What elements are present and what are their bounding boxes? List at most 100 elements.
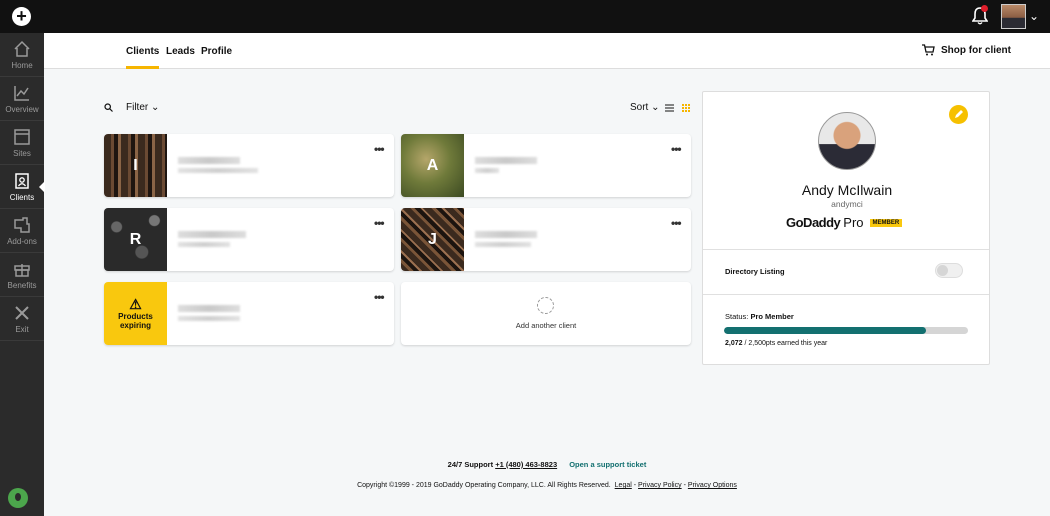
edit-profile-button[interactable] — [949, 105, 968, 124]
more-options-icon[interactable]: ••• — [671, 142, 682, 156]
list-view-icon[interactable] — [665, 104, 674, 112]
plug-icon — [14, 217, 30, 233]
points-progress-fill — [724, 327, 927, 334]
copyright-text: Copyright ©1999 - 2019 GoDaddy Operating… — [357, 482, 611, 489]
more-options-icon[interactable]: ••• — [671, 216, 682, 230]
client-card[interactable]: ⚠ Products expiring ••• — [104, 282, 394, 345]
redacted-client-name — [475, 157, 537, 164]
add-client-card[interactable]: Add another client — [401, 282, 691, 345]
grid-view-icon[interactable] — [682, 104, 690, 112]
sidebar-item-exit[interactable]: Exit — [0, 297, 44, 341]
status-prefix: Status: — [725, 312, 749, 321]
member-badge: MEMBER — [869, 218, 903, 227]
warning-icon: ⚠ — [129, 296, 142, 312]
client-thumbnail: J — [401, 208, 464, 271]
user-avatar[interactable] — [1001, 4, 1026, 29]
redacted-client-detail — [475, 168, 499, 173]
client-card[interactable]: R ••• — [104, 208, 394, 271]
sidebar-item-label: Exit — [15, 325, 29, 334]
sidebar-item-home[interactable]: Home — [0, 33, 44, 77]
more-options-icon[interactable]: ••• — [374, 142, 385, 156]
more-options-icon[interactable]: ••• — [374, 290, 385, 304]
client-initial: R — [129, 230, 142, 248]
chart-line-icon — [14, 86, 29, 101]
redacted-client-detail — [178, 242, 230, 247]
profile-name: Andy McIlwain — [801, 182, 893, 198]
sidebar-item-label: Sites — [13, 149, 31, 158]
support-line: 24/7 Support +1 (480) 463-8823 Open a su… — [0, 460, 1050, 469]
sidebar-item-add-ons[interactable]: Add-ons — [0, 209, 44, 253]
sidebar-item-label: Overview — [5, 105, 39, 114]
divider — [703, 294, 989, 295]
chevron-down-icon: ⌄ — [151, 102, 160, 113]
status-text: Status: Pro Member — [725, 312, 794, 321]
sidebar-item-overview[interactable]: Overview — [0, 77, 44, 121]
legal-link[interactable]: Legal — [615, 482, 632, 489]
plus-circle-icon[interactable]: + — [12, 7, 31, 26]
sort-label: Sort — [630, 102, 649, 113]
profile-avatar — [818, 112, 876, 170]
pencil-icon — [955, 110, 963, 118]
sidebar-item-clients[interactable]: Clients — [0, 165, 45, 209]
client-initial: J — [428, 230, 437, 248]
redacted-client-name — [178, 305, 240, 312]
client-thumbnail: A — [401, 134, 464, 197]
client-card[interactable]: A ••• — [401, 134, 691, 197]
sidebar-item-benefits[interactable]: Benefits — [0, 253, 44, 297]
sidebar: Home Overview Sites Clients Add-ons Bene… — [0, 33, 45, 516]
sidebar-item-sites[interactable]: Sites — [0, 121, 44, 165]
search-icon[interactable] — [104, 103, 113, 112]
notification-dot — [981, 5, 988, 12]
home-icon — [14, 40, 30, 57]
support-label: 24/7 Support — [447, 460, 494, 469]
gift-icon — [14, 264, 30, 277]
client-card[interactable]: I ••• — [104, 134, 394, 197]
privacy-options-link[interactable]: Privacy Options — [688, 482, 737, 489]
client-thumbnail: R — [104, 208, 167, 271]
filter-dropdown[interactable]: Filter ⌄ — [126, 102, 159, 113]
top-bar: + ⌄ — [0, 0, 1050, 33]
redacted-client-detail — [475, 242, 531, 247]
client-card[interactable]: J ••• — [401, 208, 691, 271]
profile-panel: Andy McIlwain andymci GoDaddy Pro MEMBER… — [702, 91, 990, 365]
support-phone-link[interactable]: +1 (480) 463-8823 — [495, 460, 557, 469]
client-initial: A — [426, 156, 439, 174]
profile-username: andymci — [831, 199, 863, 209]
tab-profile[interactable]: Profile — [201, 46, 232, 57]
points-progress-bar — [724, 327, 968, 334]
divider — [703, 249, 989, 250]
separator: - — [633, 482, 637, 489]
points-rest: / 2,500pts earned this year — [742, 340, 828, 347]
redacted-client-detail — [178, 168, 258, 173]
privacy-policy-link[interactable]: Privacy Policy — [638, 482, 682, 489]
browser-window-icon — [14, 129, 30, 145]
status-value: Pro Member — [750, 312, 794, 321]
warning-line-2: expiring — [119, 321, 152, 330]
products-expiring-thumbnail: ⚠ Products expiring — [104, 282, 167, 345]
support-ticket-link[interactable]: Open a support ticket — [569, 460, 646, 469]
sidebar-item-label: Add-ons — [7, 237, 37, 246]
shop-for-client-button[interactable]: Shop for client — [922, 44, 1011, 56]
chat-bubble-icon[interactable] — [8, 488, 28, 508]
points-text: 2,072 / 2,500pts earned this year — [725, 340, 827, 347]
sidebar-item-label: Benefits — [7, 281, 37, 290]
brand-pro: Pro — [843, 215, 864, 230]
godaddy-pro-logo: GoDaddy Pro MEMBER — [786, 215, 903, 230]
redacted-client-name — [178, 231, 246, 238]
more-options-icon[interactable]: ••• — [374, 216, 385, 230]
sort-dropdown[interactable]: Sort ⌄ — [630, 102, 660, 113]
tab-leads[interactable]: Leads — [166, 46, 195, 57]
sidebar-item-label: Clients — [9, 193, 35, 202]
client-thumbnail: I — [104, 134, 167, 197]
warning-line-1: Products — [118, 312, 153, 321]
directory-listing-toggle[interactable] — [935, 263, 963, 278]
cart-icon — [922, 44, 935, 56]
chevron-down-icon[interactable]: ⌄ — [1029, 9, 1039, 23]
redacted-client-detail — [178, 316, 240, 321]
tab-clients[interactable]: Clients — [126, 46, 160, 69]
add-client-icon — [537, 297, 554, 314]
directory-listing-label: Directory Listing — [725, 267, 785, 276]
points-current: 2,072 — [725, 340, 743, 347]
close-icon — [15, 306, 29, 320]
contact-card-icon — [15, 173, 29, 189]
